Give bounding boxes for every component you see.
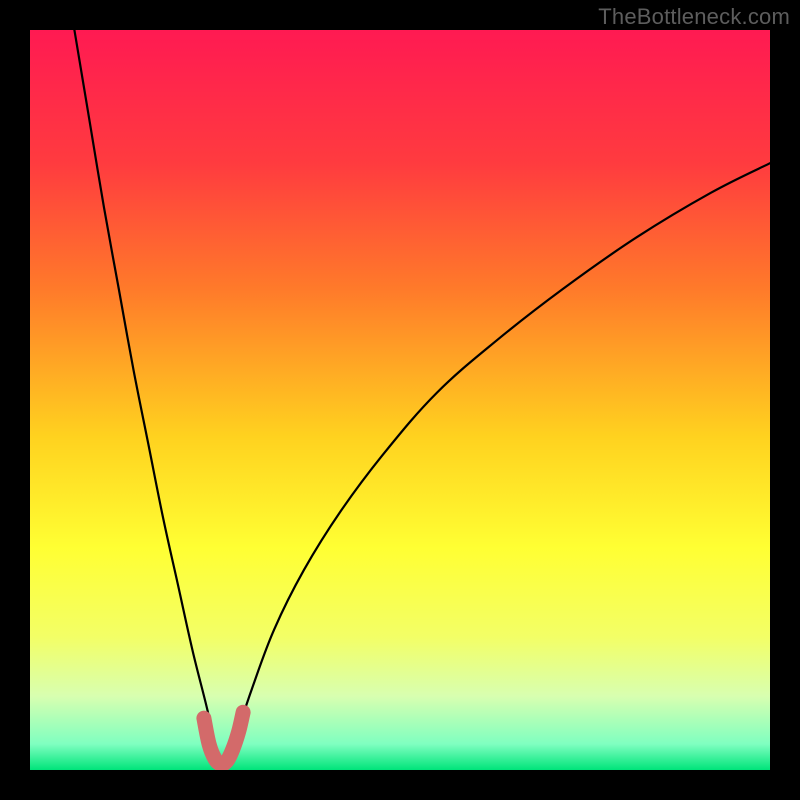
watermark-text: TheBottleneck.com [598,4,790,30]
plot-area [30,30,770,770]
optimal-zone-highlight [204,712,243,764]
curve-layer [30,30,770,770]
bottleneck-curve [74,30,770,763]
chart-frame: TheBottleneck.com [0,0,800,800]
